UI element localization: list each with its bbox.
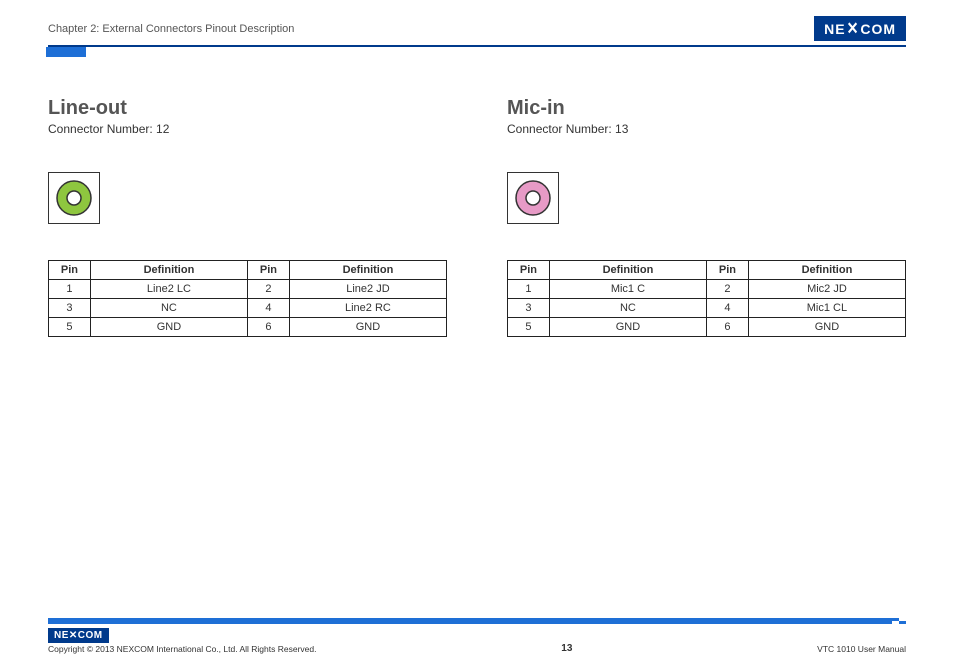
- col-pin: Pin: [247, 261, 289, 280]
- connector-number: Connector Number: 13: [507, 122, 906, 136]
- col-def: Definition: [90, 261, 247, 280]
- header-accent: [46, 47, 86, 57]
- footer-logo: NE✕COM: [48, 628, 109, 643]
- brand-logo: NE✕COM: [814, 16, 906, 41]
- table-row: 5 GND 6 GND: [49, 318, 447, 337]
- pinout-table: Pin Definition Pin Definition 1 Mic1 C 2…: [507, 260, 906, 337]
- pinout-table: Pin Definition Pin Definition 1 Line2 LC…: [48, 260, 447, 337]
- section-title: Line-out: [48, 97, 447, 120]
- connector-number: Connector Number: 12: [48, 122, 447, 136]
- col-def: Definition: [289, 261, 446, 280]
- col-pin: Pin: [508, 261, 550, 280]
- page-number: 13: [561, 643, 572, 654]
- col-pin: Pin: [706, 261, 748, 280]
- copyright-text: Copyright © 2013 NEXCOM International Co…: [48, 644, 316, 654]
- table-row: 1 Line2 LC 2 Line2 JD: [49, 280, 447, 299]
- page-footer: NE✕COM Copyright © 2013 NEXCOM Internati…: [48, 618, 906, 654]
- table-row: 3 NC 4 Mic1 CL: [508, 299, 906, 318]
- col-def: Definition: [748, 261, 905, 280]
- table-row: 5 GND 6 GND: [508, 318, 906, 337]
- section-title: Mic-in: [507, 97, 906, 120]
- section-mic-in: Mic-in Connector Number: 13 Pin Definiti…: [507, 97, 906, 337]
- footer-stripe: [48, 618, 906, 624]
- col-pin: Pin: [49, 261, 91, 280]
- footer-mark-icon: [892, 618, 906, 624]
- section-line-out: Line-out Connector Number: 12 Pin Defini…: [48, 97, 447, 337]
- audio-jack-icon: [48, 172, 100, 224]
- table-row: 1 Mic1 C 2 Mic2 JD: [508, 280, 906, 299]
- col-def: Definition: [549, 261, 706, 280]
- page-header: Chapter 2: External Connectors Pinout De…: [48, 16, 906, 47]
- table-row: 3 NC 4 Line2 RC: [49, 299, 447, 318]
- audio-jack-icon: [507, 172, 559, 224]
- manual-name: VTC 1010 User Manual: [817, 644, 906, 654]
- chapter-title: Chapter 2: External Connectors Pinout De…: [48, 23, 294, 35]
